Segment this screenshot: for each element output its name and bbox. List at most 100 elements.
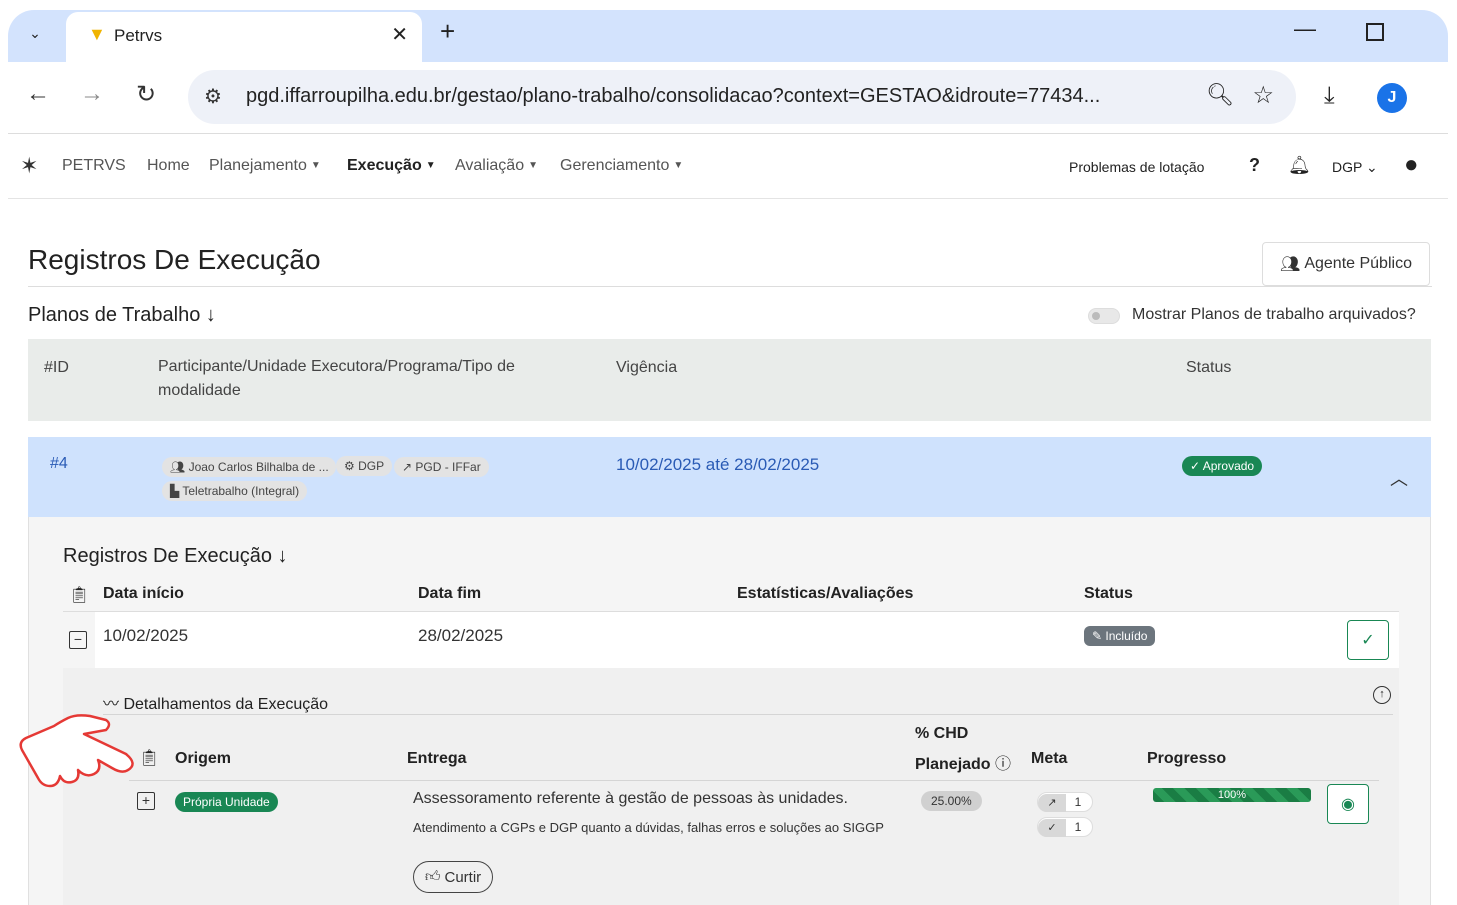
view-button[interactable]: ◉ [1327, 784, 1369, 824]
modality-chip: ▙ Teletrabalho (Integral) [162, 481, 308, 501]
entrega-description: Atendimento a CGPs e DGP quanto a dúvida… [413, 820, 884, 835]
app-navbar: ✶ PETRVS Home Planejamento ▼ Execução ▼ Av… [8, 135, 1448, 199]
details-panel: 〰 Detalhamentos da Execução ↑ 📋︎ Origem … [63, 668, 1399, 905]
entrega-title: Assessoramento referente à gestão de pes… [413, 790, 848, 807]
eye-icon: ◉ [1341, 796, 1355, 813]
plan-period: 10/02/2025 até 28/02/2025 [616, 455, 820, 474]
menu-planejamento[interactable]: Planejamento ▼ [209, 157, 321, 175]
record-status-badge: ✎ Incluído [1084, 626, 1156, 646]
col-status[interactable]: Status [1186, 359, 1231, 377]
minimize-icon[interactable]: — [1294, 16, 1316, 42]
menu-home[interactable]: Home [147, 157, 190, 175]
close-icon[interactable]: ✕ [391, 22, 408, 47]
col-progresso[interactable]: Progresso [1147, 750, 1226, 768]
curtir-button[interactable]: 👍︎ Curtir [413, 861, 493, 893]
check-button[interactable]: ✓ [1347, 620, 1389, 660]
col-data-inicio[interactable]: Data início [103, 585, 184, 603]
caret-down-icon: ▼ [310, 160, 321, 171]
site-info-icon[interactable]: ⚙ [204, 84, 222, 109]
col-origem[interactable]: Origem [175, 750, 231, 768]
records-title: Registros De Execução ↓ [63, 545, 288, 567]
tab-bar: ⌄ ▼ Petrvs ✕ + — [8, 10, 1448, 62]
download-icon[interactable]: ⤓ [1324, 82, 1335, 110]
unit-chip: ⚙ DGP [336, 456, 393, 476]
divider [28, 286, 1432, 287]
plan-expanded-panel: Registros De Execução ↓ 📋︎ Data início D… [28, 517, 1431, 905]
check-icon: ✓ [1038, 819, 1066, 837]
tab-search-icon[interactable]: ⌄ [22, 20, 48, 46]
page-title: Registros De Execução [28, 244, 321, 275]
clipboard-icon: 📋︎ [69, 587, 90, 604]
archived-toggle-label: Mostrar Planos de trabalho arquivados? [1132, 306, 1416, 323]
col-chd-line2[interactable]: Planejado ⓘ [915, 750, 1011, 774]
program-chip: ↗ PGD - IFFar [394, 457, 489, 477]
collapse-icon[interactable]: − [69, 631, 87, 649]
browser-tab[interactable]: ▼ Petrvs ✕ [66, 12, 422, 62]
star-icon[interactable]: ☆ [1252, 81, 1274, 110]
divider [129, 780, 1379, 781]
plan-id: #4 [50, 455, 68, 472]
caret-down-icon: ▼ [425, 160, 436, 171]
help-icon[interactable]: ? [1249, 155, 1260, 176]
participant-chip: 👥︎ Joao Carlos Bilhalba de ... [162, 457, 336, 477]
plans-table-header: #ID Participante/Unidade Executora/Progr… [28, 339, 1431, 421]
status-badge: ✓ Aprovado [1182, 456, 1263, 476]
brand-name[interactable]: PETRVS [62, 157, 126, 175]
hand-pointer-icon [19, 714, 134, 788]
reload-icon[interactable]: ↻ [136, 80, 156, 109]
chevron-down-icon: ⌄ [1365, 159, 1378, 175]
bell-icon[interactable]: 🔔︎ [1288, 155, 1311, 176]
record-end: 28/02/2025 [418, 626, 504, 645]
thumbs-up-icon: 👍︎ [424, 868, 441, 885]
col-chd-line1[interactable]: % CHD [915, 725, 968, 743]
arrow-up-circle-icon[interactable]: ↑ [1373, 686, 1391, 704]
maximize-icon[interactable] [1366, 23, 1384, 41]
caret-down-icon: ▼ [528, 160, 538, 171]
problemas-lotacao-link[interactable]: Problemas de lotação [1069, 159, 1204, 175]
agente-publico-button[interactable]: 👥︎ Agente Público [1262, 242, 1430, 286]
main-content: Registros De Execução 👥︎ Agente Público … [8, 200, 1448, 905]
petrvs-logo-icon[interactable]: ✶ [20, 153, 38, 179]
col-meta[interactable]: Meta [1031, 750, 1067, 768]
address-bar[interactable]: ⚙ pgd.iffarroupilha.edu.br/gestao/plano-… [188, 70, 1296, 124]
browser-toolbar: ← → ↻ ⚙ pgd.iffarroupilha.edu.br/gestao/… [8, 62, 1448, 134]
col-estatisticas[interactable]: Estatísticas/Avaliações [737, 585, 913, 603]
user-icon[interactable]: ● [1404, 151, 1419, 179]
check-circle-icon: ✓ [1361, 632, 1375, 649]
tab-title: Petrvs [114, 26, 163, 45]
col-id[interactable]: #ID [44, 359, 69, 377]
info-icon[interactable]: ⓘ [995, 756, 1011, 773]
col-participant[interactable]: Participante/Unidade Executora/Programa/… [158, 355, 578, 403]
section-title: Planos de Trabalho ↓ [28, 304, 216, 326]
origin-badge: Própria Unidade [175, 792, 278, 812]
zoom-icon[interactable]: 🔍︎ [1206, 82, 1234, 108]
record-start: 10/02/2025 [103, 626, 189, 645]
chart-icon: ↗ [1038, 794, 1066, 812]
back-icon[interactable]: ← [26, 80, 50, 108]
meta-done-pill: ✓ 1 [1037, 817, 1093, 837]
chd-badge: 25.00% [921, 791, 982, 811]
browser-window: ⌄ ▼ Petrvs ✕ + — ← → ↻ ⚙ pgd.iffarroupil… [8, 10, 1448, 905]
url-text[interactable]: pgd.iffarroupilha.edu.br/gestao/plano-tr… [246, 85, 1100, 108]
archived-toggle[interactable] [1088, 308, 1120, 324]
col-vigencia[interactable]: Vigência [616, 359, 677, 377]
meta-planned-pill: ↗ 1 [1037, 792, 1093, 812]
col-data-fim[interactable]: Data fim [418, 585, 481, 603]
chevron-up-icon[interactable]: ︿ [1390, 465, 1408, 491]
menu-gerenciamento[interactable]: Gerenciamento ▼ [560, 157, 683, 175]
menu-avaliacao[interactable]: Avaliação ▼ [455, 157, 538, 175]
profile-avatar[interactable]: J [1377, 83, 1407, 113]
menu-execucao[interactable]: Execução ▼ [347, 157, 436, 175]
divider [103, 714, 1393, 715]
progress-bar: 100% [1153, 788, 1311, 802]
users-icon: 👥︎ [1280, 256, 1301, 273]
caret-down-icon: ▼ [673, 160, 684, 171]
col-status[interactable]: Status [1084, 585, 1133, 603]
record-row[interactable]: 10/02/2025 28/02/2025 ✎ Incluído ✓ [95, 612, 1399, 668]
petrvs-favicon-icon: ▼ [88, 24, 106, 44]
plus-icon[interactable]: + [440, 16, 455, 47]
col-entrega[interactable]: Entrega [407, 750, 467, 768]
plan-row[interactable]: #4 👥︎ Joao Carlos Bilhalba de ... ⚙ DGP … [28, 437, 1431, 517]
unit-selector[interactable]: DGP ⌄ [1332, 159, 1378, 176]
forward-icon[interactable]: → [80, 80, 104, 108]
